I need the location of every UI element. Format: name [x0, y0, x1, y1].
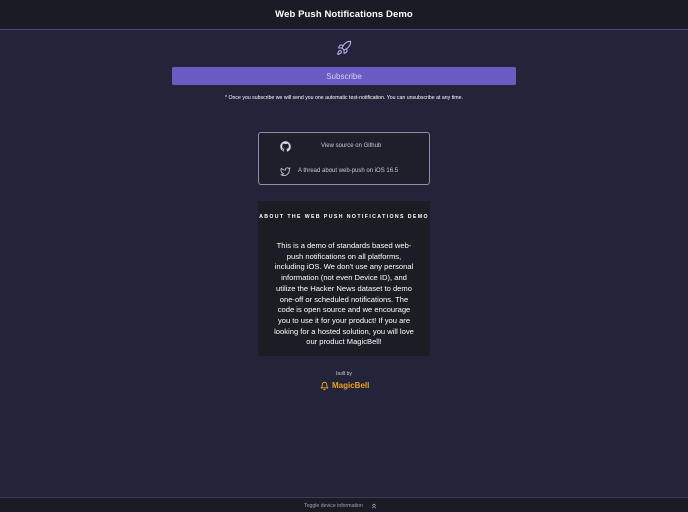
twitter-link-label: A thread about web-push on iOS 16.5 [298, 168, 399, 174]
twitter-thread-link[interactable]: A thread about web-push on iOS 16.5 [259, 161, 429, 181]
about-body: This is a demo of standards based web-pu… [274, 241, 414, 347]
built-by-label: built by [336, 371, 352, 377]
rocket-icon [337, 40, 352, 55]
about-card: ABOUT THE WEB PUSH NOTIFICATIONS DEMO Th… [258, 201, 430, 356]
footer-bar: Toggle device information [0, 497, 688, 512]
github-link[interactable]: View source on Github [259, 136, 429, 156]
github-icon [280, 140, 291, 152]
chevrons-up-icon [371, 503, 376, 508]
top-header: Web Push Notifications Demo [0, 0, 688, 30]
magicbell-brand-link[interactable]: MagicBell [320, 380, 369, 391]
about-title: ABOUT THE WEB PUSH NOTIFICATIONS DEMO [259, 214, 429, 220]
subscribe-button[interactable]: Subscribe [172, 67, 516, 85]
github-link-label: View source on Github [321, 143, 382, 149]
twitter-icon [280, 166, 291, 176]
bell-icon [320, 381, 329, 390]
links-card: View source on Github A thread about web… [258, 132, 430, 185]
page-title: Web Push Notifications Demo [275, 9, 413, 20]
subscribe-notice: * Once you subscribe we will send you on… [225, 95, 463, 101]
toggle-device-info-button[interactable]: Toggle device information [304, 500, 378, 511]
magicbell-logo-text: MagicBell [332, 381, 370, 390]
page: Web Push Notifications Demo Subscribe * … [0, 0, 688, 512]
toggle-device-info-label: Toggle device information [304, 502, 363, 509]
